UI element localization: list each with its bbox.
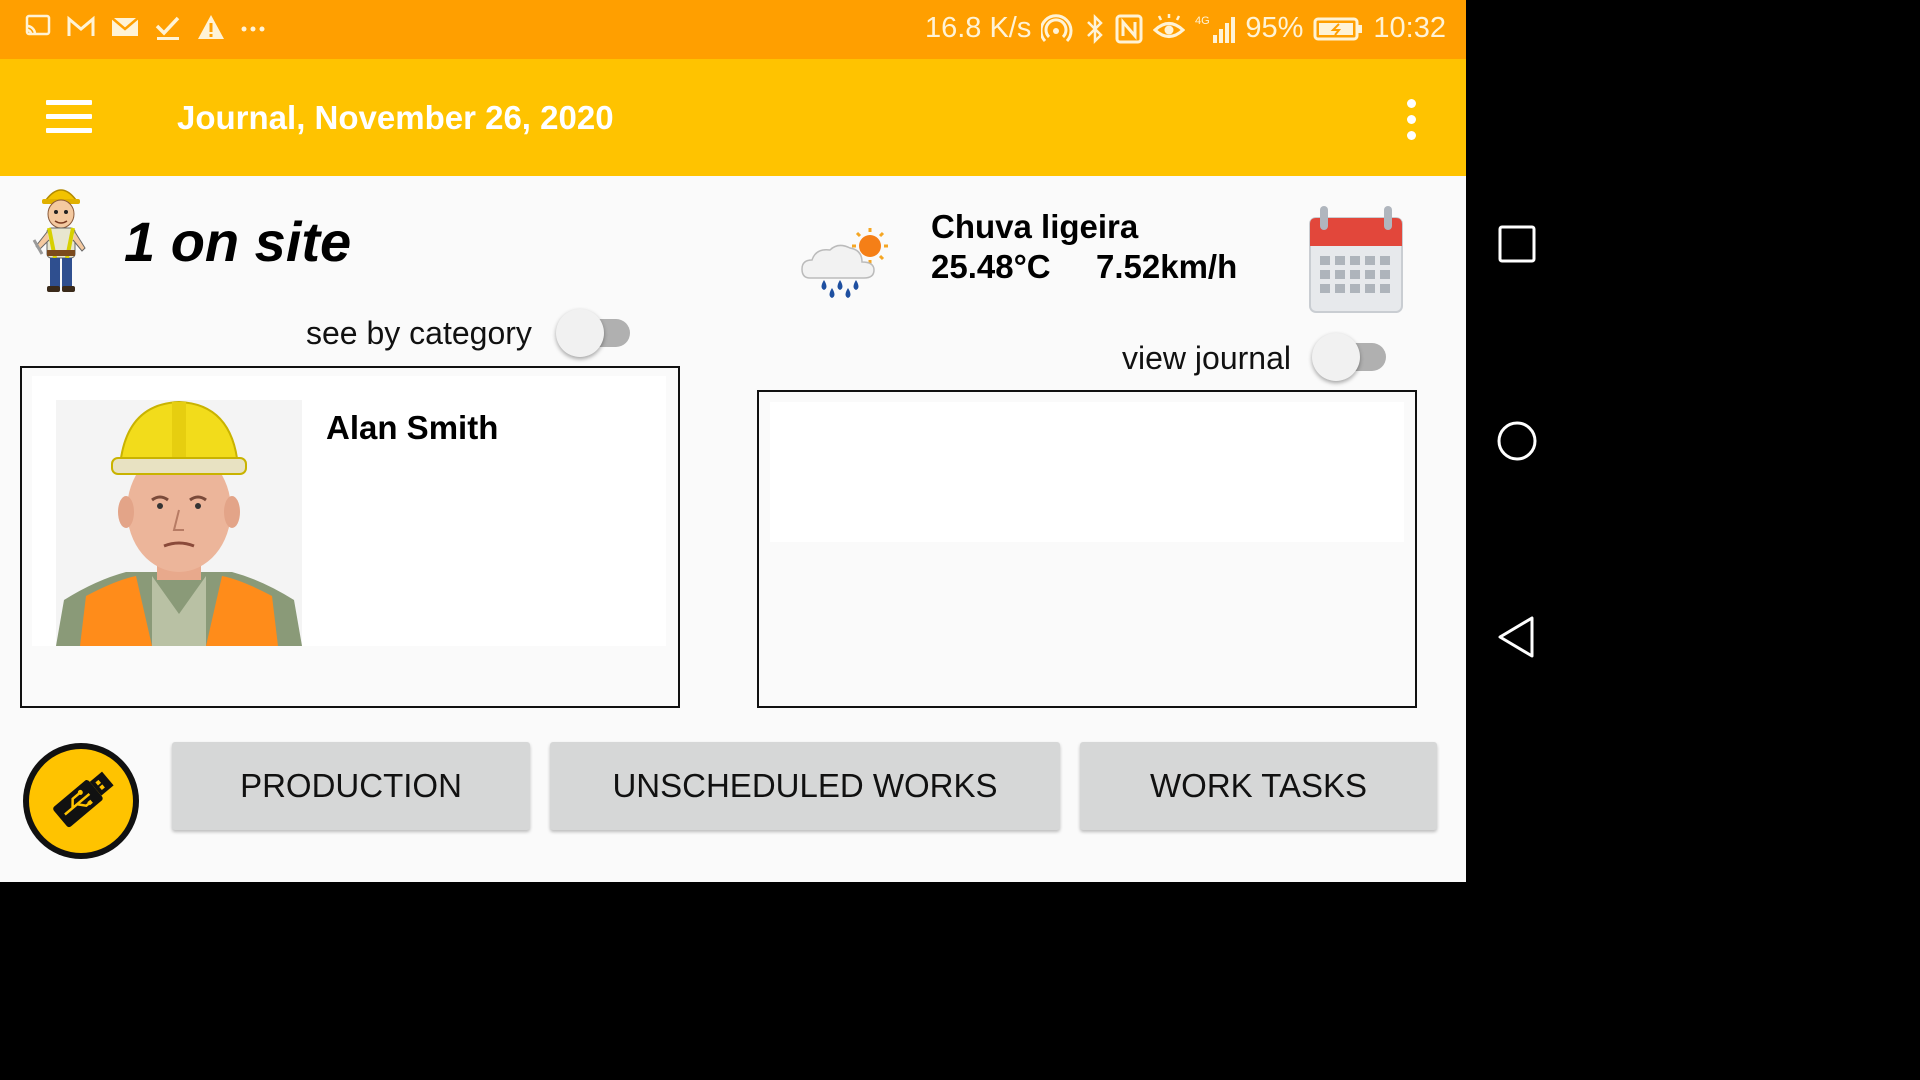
- battery-icon: [1313, 17, 1363, 40]
- app-bar: Journal, November 26, 2020: [0, 59, 1466, 176]
- network-type: 4G: [1195, 15, 1210, 27]
- hotspot-icon: [1041, 13, 1073, 42]
- page-title: Journal, November 26, 2020: [177, 99, 614, 136]
- mail-icon: [111, 17, 139, 36]
- battery-percent: 95%: [1245, 12, 1304, 44]
- back-icon[interactable]: [1492, 612, 1542, 662]
- notification-icons: [24, 12, 266, 42]
- view-journal-toggle[interactable]: [1312, 333, 1388, 381]
- on-site-count: 1 on site: [124, 210, 352, 273]
- eye-comfort-icon: [1153, 13, 1186, 38]
- home-icon[interactable]: [1492, 416, 1542, 466]
- worker-photo: [56, 400, 302, 646]
- weather-temperature: 25.48°C: [931, 248, 1051, 285]
- nfc-icon: [1115, 14, 1143, 43]
- cast-icon: [25, 14, 51, 36]
- more-notifications-icon: [241, 26, 265, 32]
- production-button[interactable]: PRODUCTION: [172, 742, 530, 830]
- journal-entry-card[interactable]: [770, 402, 1404, 542]
- recents-icon[interactable]: [1492, 219, 1542, 269]
- view-journal-label: view journal: [1122, 340, 1291, 376]
- status-bar: 16.8 K/s 4G 95% 10:32: [0, 0, 1466, 59]
- bluetooth-icon: [1087, 13, 1104, 44]
- warning-icon: [198, 15, 224, 39]
- signal-icon: 4G: [1195, 15, 1236, 43]
- unscheduled-works-button[interactable]: UNSCHEDULED WORKS: [550, 742, 1060, 830]
- clock: 10:32: [1373, 12, 1446, 44]
- overflow-menu-button[interactable]: [1392, 91, 1432, 147]
- usb-sync-button[interactable]: [20, 740, 142, 862]
- work-tasks-button[interactable]: WORK TASKS: [1080, 742, 1437, 830]
- weather-description: Chuva ligeira: [931, 208, 1139, 245]
- construction-worker-icon: [32, 189, 86, 292]
- system-status: 16.8 K/s 4G 95% 10:32: [925, 12, 1446, 45]
- light-rain-weather-icon: [801, 228, 888, 298]
- main-content: 1 on site see by category Alan Smith Chu…: [0, 176, 1466, 882]
- gmail-icon: [67, 15, 95, 36]
- network-speed: 16.8 K/s: [924, 12, 1032, 44]
- worker-name: Alan Smith: [326, 409, 499, 446]
- calendar-icon[interactable]: [1308, 204, 1404, 314]
- weather-wind-speed: 7.52km/h: [1096, 248, 1238, 285]
- menu-button[interactable]: [36, 89, 100, 145]
- see-by-category-label: see by category: [306, 315, 532, 351]
- see-by-category-toggle[interactable]: [556, 309, 632, 357]
- check-icon: [155, 16, 180, 40]
- navigation-bar: [1466, 0, 1568, 882]
